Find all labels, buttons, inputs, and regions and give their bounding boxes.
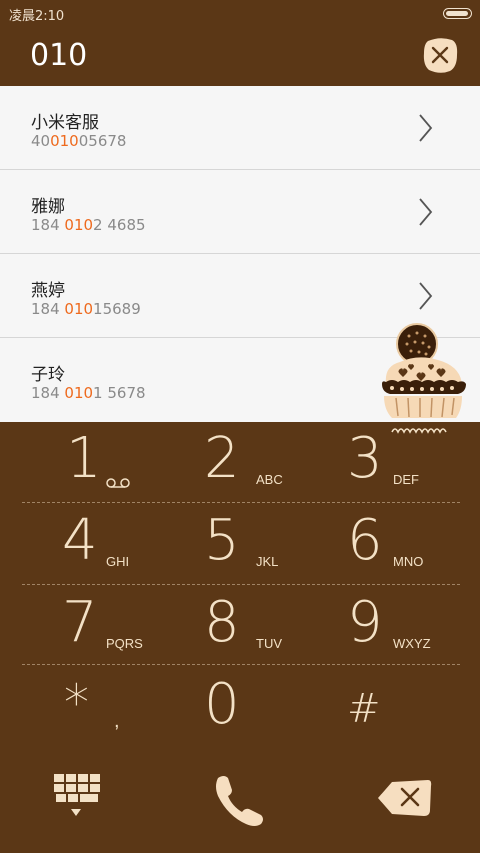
key-letters: WXYZ	[393, 636, 431, 651]
dialpad-toggle-button[interactable]	[50, 772, 102, 822]
cupcake-decoration	[382, 323, 466, 434]
chevron-right-icon	[419, 198, 433, 226]
key-1[interactable]: 1	[50, 422, 192, 504]
key-digit: 7	[62, 590, 98, 655]
clear-button[interactable]	[420, 35, 460, 75]
key-6[interactable]: 6 MNO	[333, 504, 475, 586]
key-hash[interactable]: #	[333, 668, 475, 750]
key-digit: 0	[204, 672, 240, 737]
contact-number: 184 0102 4685	[31, 216, 146, 234]
key-star[interactable]: * ,	[50, 668, 192, 750]
phone-icon	[216, 776, 263, 826]
row-divider	[22, 502, 460, 503]
contact-name: 小米客服	[31, 113, 99, 133]
key-4[interactable]: 4 GHI	[50, 504, 192, 586]
key-digit: 4	[62, 508, 98, 573]
battery-icon	[443, 8, 472, 19]
key-letters: ABC	[256, 472, 283, 487]
status-bar: 凌晨2:10	[0, 0, 480, 26]
key-7[interactable]: 7 PQRS	[50, 586, 192, 668]
key-digit: 8	[204, 590, 240, 655]
contact-name: 燕婷	[31, 281, 65, 301]
contact-number: 184 0101 5678	[31, 384, 146, 402]
key-digit: 2	[204, 426, 240, 491]
contact-name: 雅娜	[31, 197, 65, 217]
contact-number: 4001005678	[31, 132, 127, 150]
key-8[interactable]: 8 TUV	[190, 586, 332, 668]
key-2[interactable]: 2 ABC	[190, 422, 332, 504]
voicemail-icon	[106, 478, 130, 488]
key-letters: PQRS	[106, 636, 143, 651]
dial-input[interactable]: 010	[30, 38, 87, 73]
key-digit: 1	[66, 426, 102, 491]
key-9[interactable]: 9 WXYZ	[333, 586, 475, 668]
key-letters: JKL	[256, 554, 279, 569]
key-symbol: #	[347, 686, 381, 732]
contact-name: 子玲	[31, 365, 65, 385]
backspace-button[interactable]	[376, 776, 434, 820]
call-button[interactable]	[210, 772, 270, 828]
key-letters: DEF	[393, 472, 419, 487]
contact-number: 184 01015689	[31, 300, 141, 318]
key-5[interactable]: 5 JKL	[190, 504, 332, 586]
chevron-right-icon	[419, 282, 433, 310]
chevron-right-icon	[419, 114, 433, 142]
key-letters: MNO	[393, 554, 424, 569]
contact-row[interactable]: 雅娜 184 0102 4685	[0, 170, 480, 254]
dialpad-toggle-icon	[54, 774, 100, 816]
dial-pad: 1 2 ABC 3 DEF 4 GHI 5 JKL 6 MNO 7 PQRS 8…	[0, 422, 480, 853]
key-letters: TUV	[256, 636, 282, 651]
status-time: 凌晨2:10	[9, 9, 65, 24]
key-digit: 6	[347, 508, 383, 573]
key-symbol: *	[64, 674, 89, 732]
row-divider	[22, 664, 460, 665]
key-digit: 9	[347, 590, 383, 655]
dial-header: 010	[0, 26, 480, 86]
close-icon	[423, 38, 458, 73]
key-digit: 5	[204, 508, 240, 573]
backspace-icon	[378, 780, 432, 816]
key-letters: GHI	[106, 554, 130, 569]
row-divider	[22, 584, 460, 585]
contact-row[interactable]: 小米客服 4001005678	[0, 86, 480, 170]
key-0[interactable]: 0	[190, 668, 332, 750]
key-sub: ,	[114, 710, 120, 732]
